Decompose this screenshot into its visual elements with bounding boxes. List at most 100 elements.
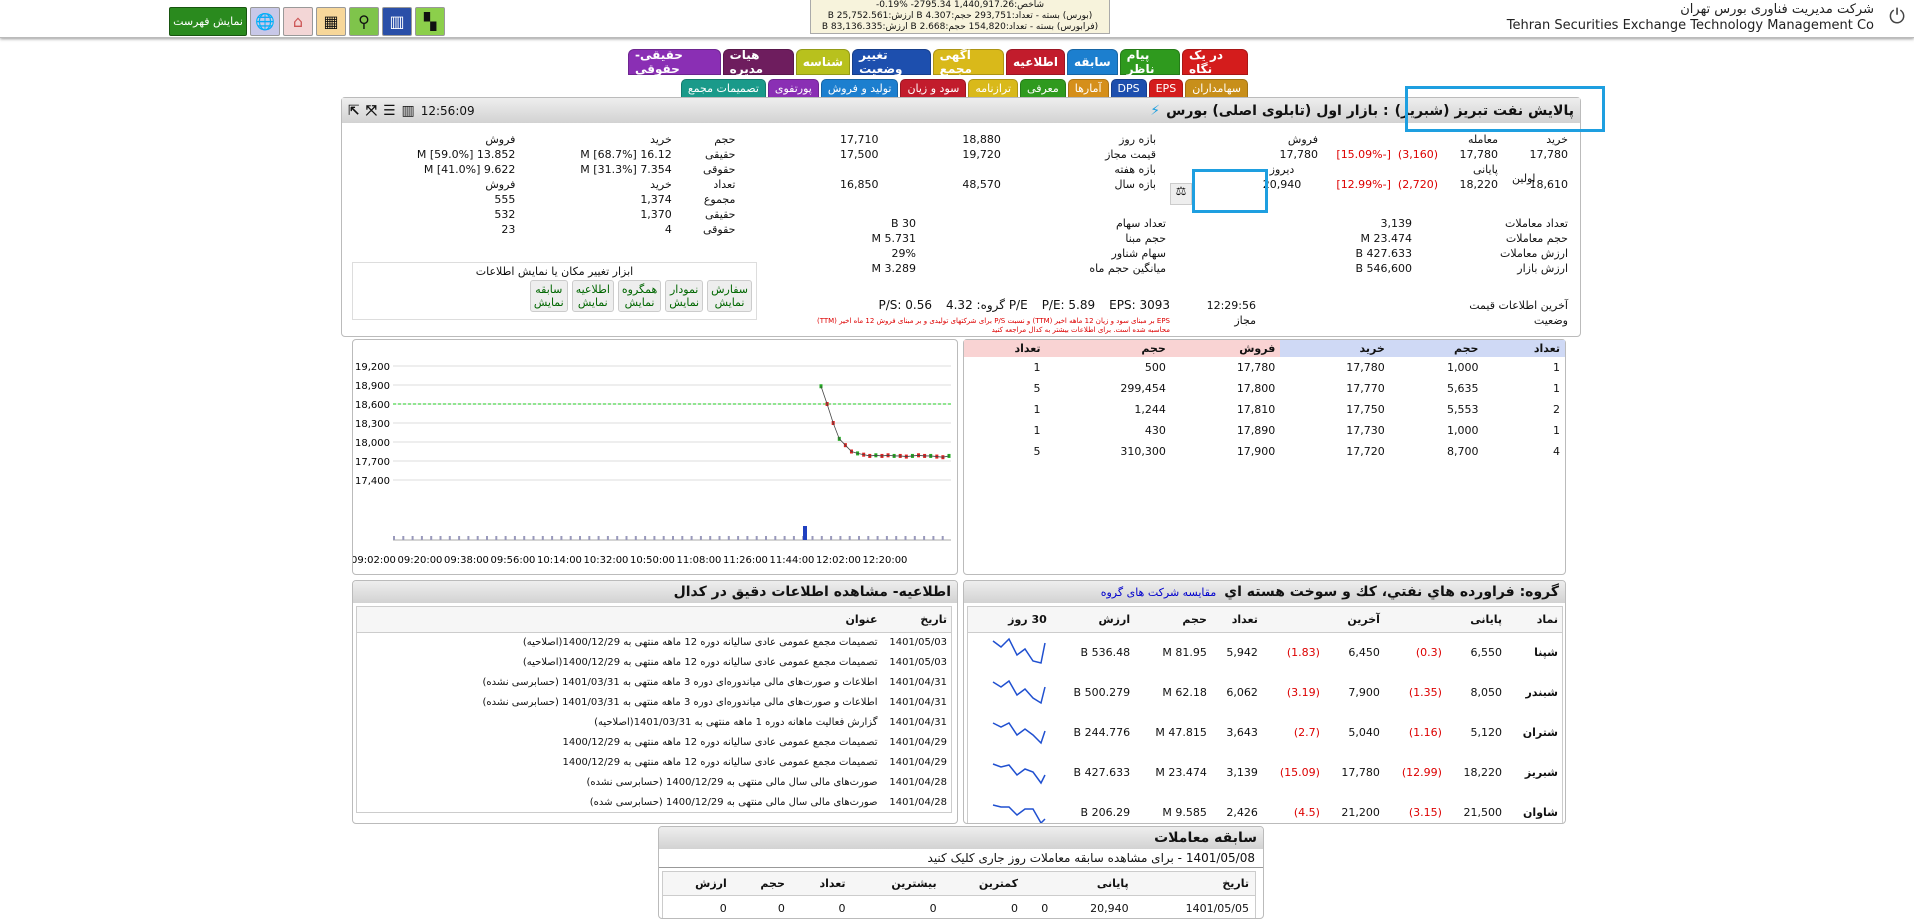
tool-button[interactable]: سفارش نمایش (707, 280, 752, 312)
news-row[interactable]: 1401/04/28 صورت‌های مالی سال مالی منتهی ب… (357, 793, 952, 813)
volume-bar (718, 536, 721, 540)
news-row[interactable]: 1401/04/29 تصمیمات مجمع عمومی عادی سالیان… (357, 753, 952, 773)
volume-bar (644, 536, 647, 540)
tool-button[interactable]: اطلاعیه نمایش (571, 280, 614, 312)
volume-bar (803, 526, 807, 540)
highlight-title (1405, 86, 1605, 132)
tab-main-2[interactable]: سابقه (1066, 49, 1118, 75)
news-row[interactable]: 1401/05/03 تصمیمات مجمع عمومی عادی سالیان… (357, 653, 952, 673)
group-row[interactable]: شاوان 21,500 (3.15) 21,200 (4.5) 2,426 9.585 M… (968, 793, 1563, 823)
group-row[interactable]: شبندر 8,050 (1.35) 7,900 (3.19) 6,062 62.18 M5… (968, 673, 1563, 713)
tab-main-3[interactable]: اطلاعیه (1006, 49, 1065, 75)
compare-icon[interactable]: ⤧ (366, 103, 377, 119)
orderbook-row: 1 1,000 17,730 17,890 430 1 (1033, 424, 1560, 437)
news-row[interactable]: 1401/04/31 اطلاعات و صورت‌های مالی میاندو… (357, 693, 952, 713)
volume-bar (746, 536, 749, 540)
globe-icon[interactable]: 🌐 (250, 7, 280, 36)
tab-sub-5[interactable]: ترازنامه (968, 79, 1019, 98)
market-name: : بازار اول (تابلوی اصلی) بورس (1166, 102, 1389, 119)
volume-bar (727, 536, 730, 540)
intraday-chart[interactable]: 19,200 18,900 18,600 18,300 18,000 17,700 17,4… (351, 340, 959, 576)
news-title: اطلاعیه- مشاهده اطلاعات دقیق در کدال (353, 581, 957, 603)
tab-sub-7[interactable]: تولید و فروش (820, 79, 899, 98)
tools-box: ابزار تغییر مکان یا نمایش اطلاعات سفارش ن… (352, 262, 757, 320)
tab-main-1[interactable]: پیام ناظر (1119, 48, 1181, 76)
power-icon[interactable]: ⏻ (1884, 4, 1910, 34)
search-icon[interactable]: ⚲ (349, 7, 379, 36)
market-index-box[interactable]: شاخص:1,440,917.26 2795.34- %0.19- (بورس)… (810, 0, 1110, 34)
tool-button[interactable]: سابقه نمایش (529, 280, 568, 312)
group-title: گروه: فراورده هاي نفتي، كك و سوخت هسته ا… (1224, 584, 1559, 600)
volume-bar (792, 536, 795, 540)
tab-sub-0[interactable]: سهامداران (1185, 79, 1248, 98)
news-panel: اطلاعیه- مشاهده اطلاعات دقیق در کدال تار… (352, 580, 958, 824)
y-tick: 18,900 (355, 381, 390, 392)
tab-main-0[interactable]: در یک نگاه (1182, 48, 1248, 76)
volume-bar (672, 536, 674, 540)
stat-row: میانگین حجم ماه 3.289 M (871, 262, 1167, 275)
orderbook-panel: تعداد حجم خرید فروش حجم تعداد 1 1,000 17,780 17,7… (963, 339, 1566, 575)
group-row[interactable]: شتران 5,120 (1.16) 5,040 (2.7) 3,643 47.815 M2… (968, 713, 1563, 753)
grid-icon[interactable]: ▚ (415, 7, 445, 36)
orderbook-header: حجم (1045, 340, 1171, 357)
show-menu-button[interactable]: نمایش فهرست (169, 7, 247, 36)
table-icon[interactable]: ▦ (316, 7, 346, 36)
stat-row: تعداد معاملات 3,139 (1380, 217, 1569, 230)
chart-icon[interactable]: ▥ (382, 7, 412, 36)
tab-main-8[interactable]: حقیقی-حقوقی (628, 48, 721, 76)
tab-main-6[interactable]: شناسه (795, 49, 851, 75)
orderbook-row: 1 5,635 17,770 17,800 299,454 5 (1033, 382, 1560, 395)
volume-bar (551, 536, 554, 540)
history-link[interactable]: 1401/05/08 - برای مشاهده سابقه معاملات ر… (659, 849, 1263, 868)
tab-sub-2[interactable]: DPS (1110, 79, 1147, 98)
history-header (1024, 871, 1055, 896)
volume-bar (737, 536, 740, 540)
tab-main-4[interactable]: آگهی مجمع (932, 48, 1005, 76)
stat-row: ارزش بازار 546,600 B (1355, 262, 1568, 275)
list-icon[interactable]: ☰ (383, 103, 396, 119)
volume-bar (848, 536, 851, 540)
tab-sub-8[interactable]: پورتفوی (767, 79, 819, 98)
candle (819, 384, 823, 389)
x-tick: 09:38:00 (444, 555, 489, 566)
tool-button[interactable]: نمودار نمایش (665, 280, 704, 312)
tab-main-7[interactable]: هیات مدیره (722, 48, 794, 76)
stat-row: ارزش معاملات 427.633 B (1355, 247, 1568, 260)
tab-main-5[interactable]: تغییر وضعیت (852, 48, 931, 76)
intraday-chart-panel: 19,200 18,900 18,600 18,300 18,000 17,700 17,4… (351, 339, 959, 576)
group-row[interactable]: شبریز 18,220 (12.99) 17,780 (15.09) 3,139 23.4… (968, 753, 1563, 793)
sparkline (968, 713, 1051, 753)
group-header: ارزش (1050, 606, 1135, 633)
news-row[interactable]: 1401/04/31 اطلاعات و صورت‌های مالی میاندو… (357, 673, 952, 693)
news-row[interactable]: 1401/04/28 صورت‌های مالی سال مالی منتهی ب… (357, 773, 952, 793)
y-tick: 18,300 (355, 419, 390, 430)
calculator-icon[interactable]: ⚖ (1170, 183, 1192, 205)
y-tick: 17,400 (355, 476, 390, 487)
tab-sub-9[interactable]: تصمیمات مجمع (680, 79, 766, 98)
news-row[interactable]: 1401/04/29 تصمیمات مجمع عمومی عادی سالیان… (357, 733, 952, 753)
tool-button[interactable]: همگروه نمایش (617, 280, 662, 312)
tab-sub-3[interactable]: آمارها (1067, 79, 1109, 98)
tab-sub-6[interactable]: سود و زیان (900, 79, 967, 98)
candle-icon[interactable]: ▥ (402, 103, 415, 119)
history-row[interactable]: 1401/05/05 20,940 0 0 0 0 0 0 (663, 896, 1256, 919)
tab-sub-4[interactable]: معرفی (1020, 79, 1066, 98)
news-row[interactable]: 1401/04/31 گزارش فعالیت ماهانه دوره 1 ماه… (357, 713, 952, 733)
volume-bar (420, 536, 423, 540)
export-icon[interactable]: ⇱ (348, 103, 360, 119)
volume-bar (923, 536, 926, 540)
volume-bar (885, 536, 888, 540)
compare-group-link[interactable]: مقایسه شرکت های گروه (1101, 586, 1217, 599)
stat-row: حجم معاملات 23.474 M (1360, 232, 1569, 245)
history-header: حجم (732, 871, 791, 896)
home-icon[interactable]: ⌂ (283, 7, 313, 36)
orderbook-header: خرید (1280, 340, 1390, 357)
volume-bar (830, 536, 833, 540)
tab-sub-1[interactable]: EPS (1148, 79, 1184, 98)
news-table: تاریخ عنوان 1401/05/03 تصمیمات مجمع عمومی … (356, 606, 952, 813)
news-row[interactable]: 1401/05/03 تصمیمات مجمع عمومی عادی سالیان… (357, 633, 952, 653)
volume-bar (699, 536, 702, 540)
x-tick: 09:02:00 (353, 555, 396, 566)
history-table: تاریخ پایانی کمترین بیشترین تعداد حجم ارزش 1401… (662, 871, 1256, 919)
group-row[interactable]: شپنا 6,550 (0.3) 6,450 (1.83) 5,942 81.95 M 536… (968, 633, 1563, 673)
